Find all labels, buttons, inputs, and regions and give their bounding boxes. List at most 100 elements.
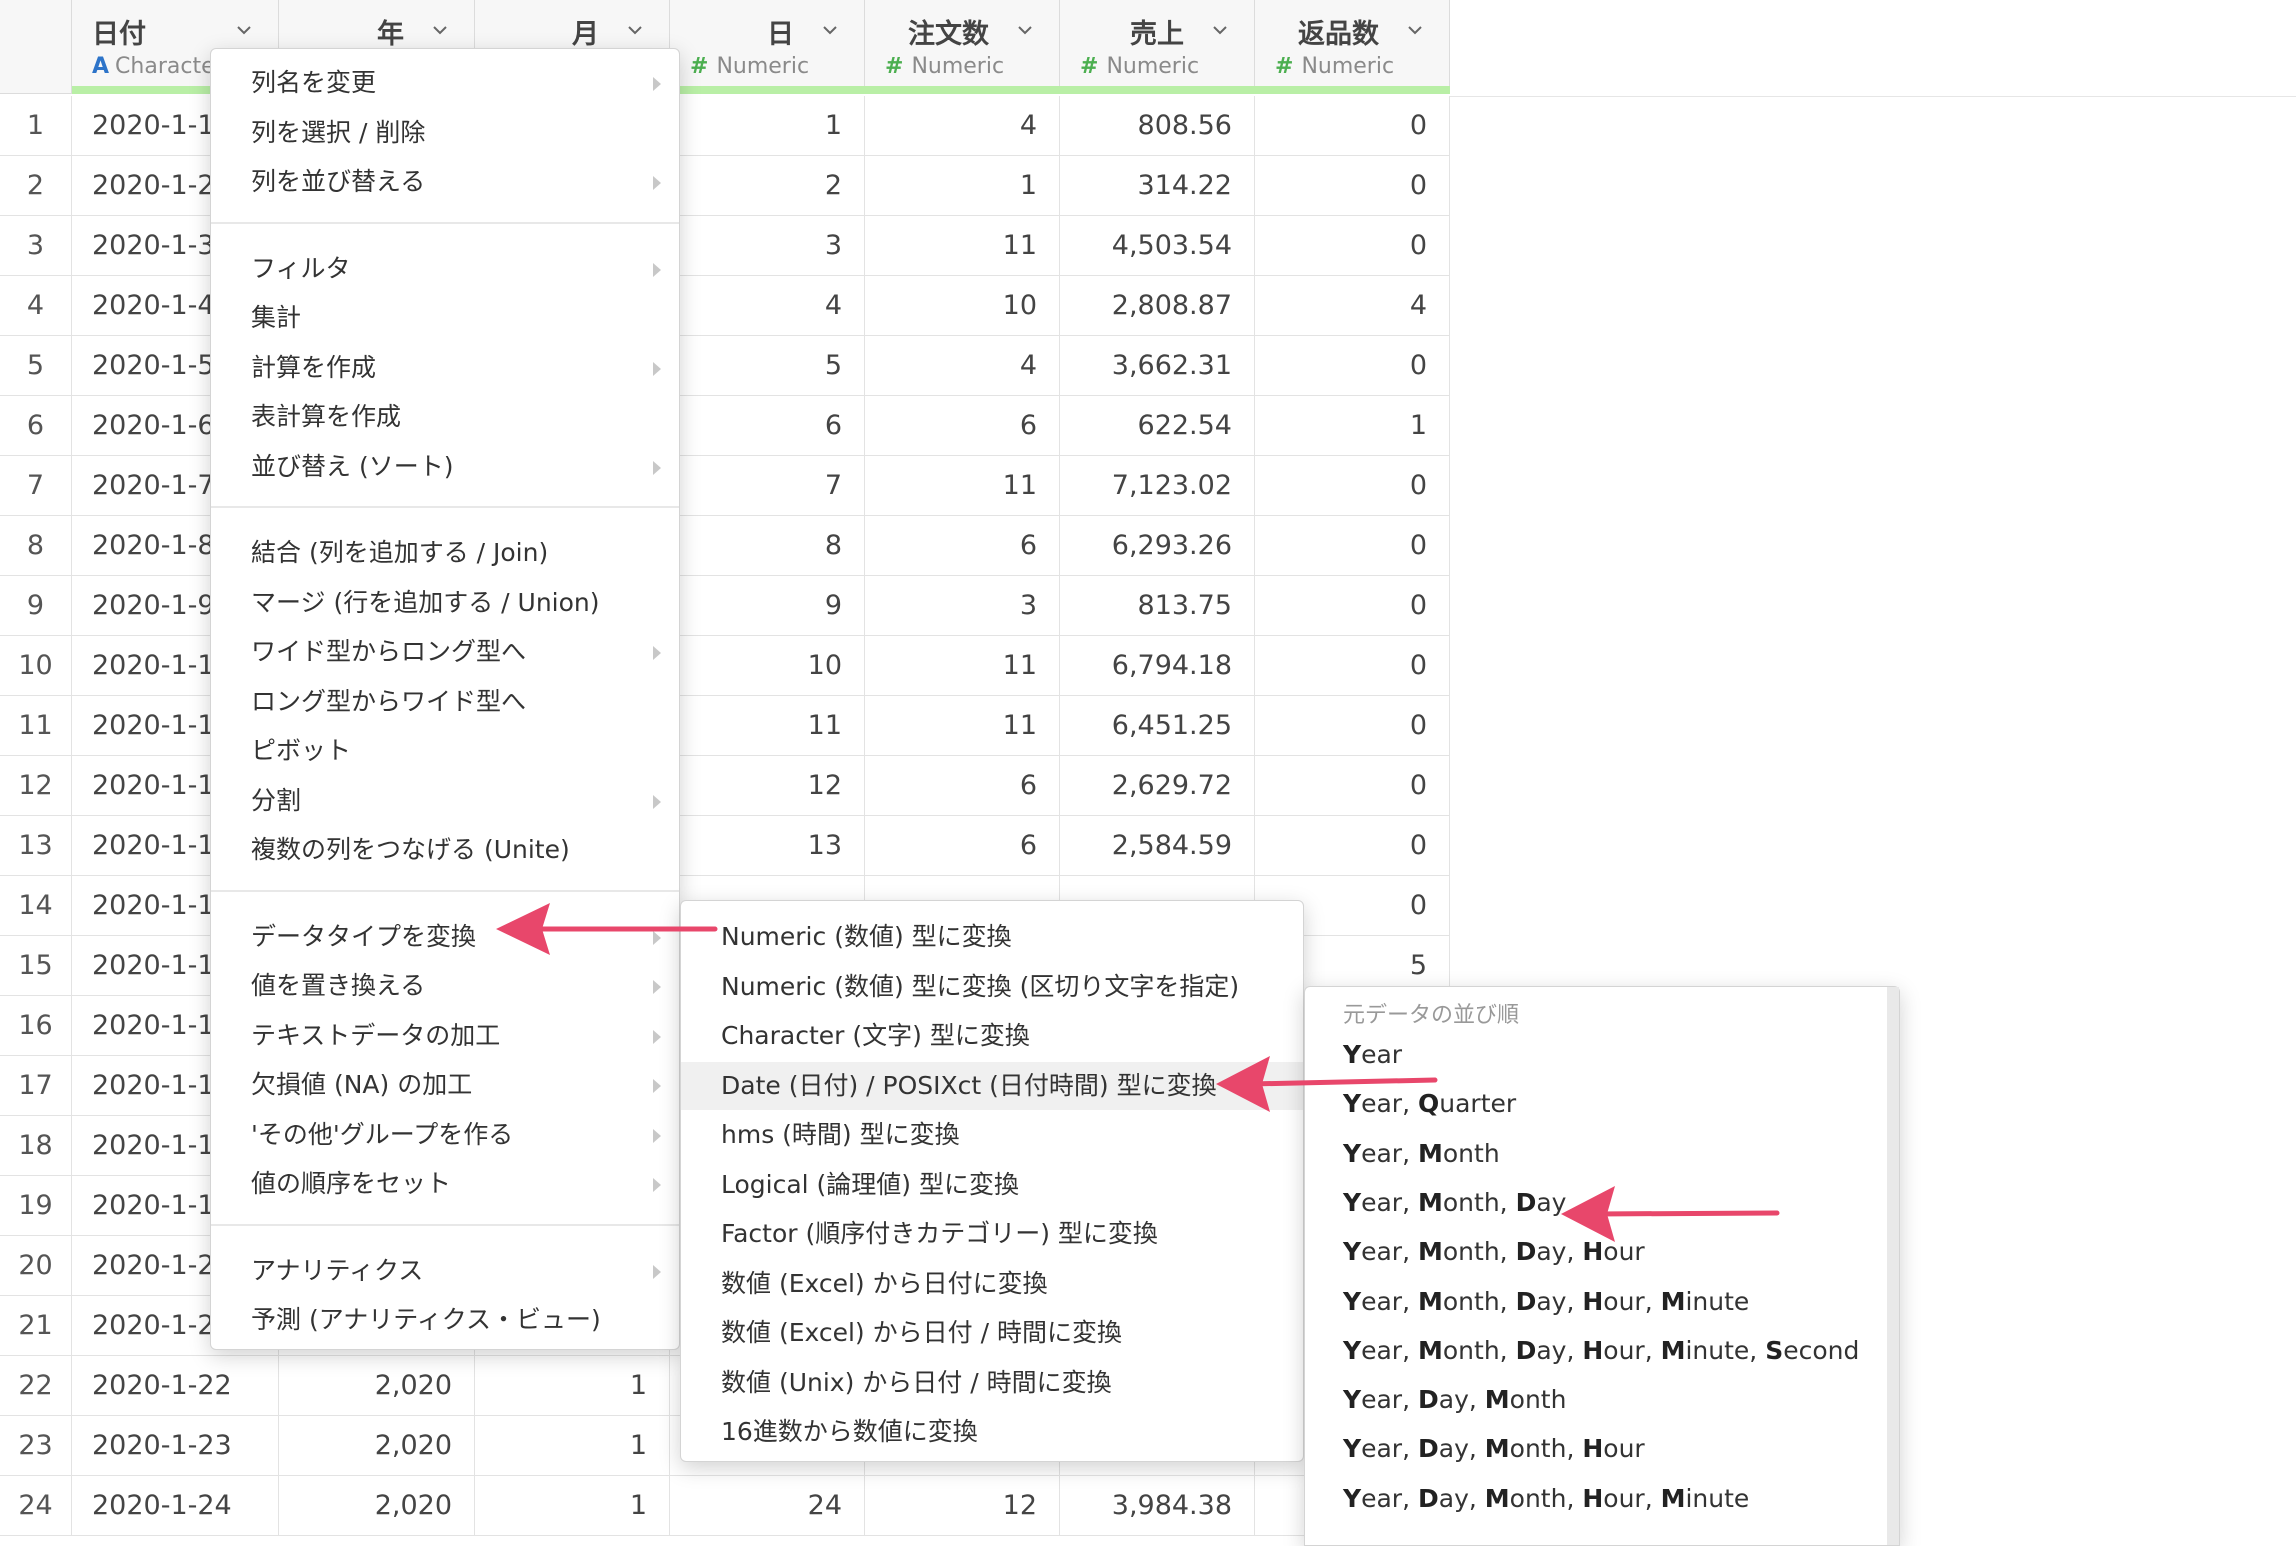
row-index[interactable]: 9	[0, 576, 72, 635]
row-index[interactable]: 4	[0, 276, 72, 335]
chevron-down-icon[interactable]	[1017, 22, 1033, 38]
year-cell[interactable]: 2,020	[279, 1476, 475, 1535]
menu-item[interactable]: 'その他'グループを作る	[211, 1111, 679, 1159]
returns-cell[interactable]: 0	[1255, 636, 1450, 695]
convert-menu-item[interactable]: 数値 (Unix) から日付 / 時間に変換	[681, 1359, 1303, 1407]
menu-item[interactable]: ピボット	[211, 727, 679, 775]
orders-cell[interactable]: 11	[865, 636, 1060, 695]
menu-item[interactable]: 複数の列をつなげる (Unite)	[211, 826, 679, 874]
orders-cell[interactable]: 6	[865, 816, 1060, 875]
day-cell[interactable]: 5	[670, 336, 865, 395]
sales-cell[interactable]: 813.75	[1060, 576, 1255, 635]
convert-menu-item[interactable]: 数値 (Excel) から日付に変換	[681, 1260, 1303, 1308]
day-cell[interactable]: 1	[670, 96, 865, 155]
returns-cell[interactable]: 0	[1255, 96, 1450, 155]
sales-cell[interactable]: 4,503.54	[1060, 216, 1255, 275]
chevron-down-icon[interactable]	[236, 22, 252, 38]
orders-cell[interactable]: 10	[865, 276, 1060, 335]
row-index[interactable]: 21	[0, 1296, 72, 1355]
menu-item[interactable]: 値を置き換える	[211, 962, 679, 1010]
menu-item[interactable]: 計算を作成	[211, 344, 679, 392]
row-index[interactable]: 12	[0, 756, 72, 815]
sales-cell[interactable]: 314.22	[1060, 156, 1255, 215]
row-index[interactable]: 22	[0, 1356, 72, 1415]
day-cell[interactable]: 11	[670, 696, 865, 755]
menu-item[interactable]: 列を並び替える	[211, 158, 679, 206]
sales-cell[interactable]: 3,662.31	[1060, 336, 1255, 395]
row-index[interactable]: 19	[0, 1176, 72, 1235]
orders-cell[interactable]: 11	[865, 216, 1060, 275]
date-order-item[interactable]: Year, Month, Day, Hour, Minute	[1305, 1278, 1899, 1326]
row-index[interactable]: 11	[0, 696, 72, 755]
orders-cell[interactable]: 6	[865, 396, 1060, 455]
returns-cell[interactable]: 4	[1255, 276, 1450, 335]
day-cell[interactable]: 12	[670, 756, 865, 815]
orders-cell[interactable]: 6	[865, 756, 1060, 815]
sales-cell[interactable]: 622.54	[1060, 396, 1255, 455]
orders-cell[interactable]: 11	[865, 456, 1060, 515]
convert-menu-item[interactable]: Factor (順序付きカテゴリー) 型に変換	[681, 1210, 1303, 1258]
month-cell[interactable]: 1	[475, 1416, 670, 1475]
sales-cell[interactable]: 2,584.59	[1060, 816, 1255, 875]
column-header[interactable]: 売上 # Numeric	[1060, 0, 1255, 88]
menu-item[interactable]: 列名を変更	[211, 59, 679, 107]
row-index[interactable]: 13	[0, 816, 72, 875]
menu-item[interactable]: 予測 (アナリティクス・ビュー)	[211, 1296, 679, 1344]
chevron-down-icon[interactable]	[627, 22, 643, 38]
sales-cell[interactable]: 7,123.02	[1060, 456, 1255, 515]
row-index[interactable]: 2	[0, 156, 72, 215]
returns-cell[interactable]: 0	[1255, 336, 1450, 395]
date-order-item[interactable]: Year, Day, Month, Hour	[1305, 1425, 1899, 1473]
row-index[interactable]: 24	[0, 1476, 72, 1535]
orders-cell[interactable]: 11	[865, 696, 1060, 755]
menu-item[interactable]: 値の順序をセット	[211, 1160, 679, 1208]
menu-item[interactable]: 並び替え (ソート)	[211, 443, 679, 491]
sales-cell[interactable]: 2,629.72	[1060, 756, 1255, 815]
returns-cell[interactable]: 0	[1255, 456, 1450, 515]
convert-menu-item[interactable]: Logical (論理値) 型に変換	[681, 1161, 1303, 1209]
year-cell[interactable]: 2,020	[279, 1416, 475, 1475]
returns-cell[interactable]: 0	[1255, 216, 1450, 275]
row-index[interactable]: 16	[0, 996, 72, 1055]
column-header[interactable]: 注文数 # Numeric	[865, 0, 1060, 88]
column-header[interactable]: 日 # Numeric	[670, 0, 865, 88]
convert-menu-item[interactable]: Numeric (数値) 型に変換 (区切り文字を指定)	[681, 963, 1303, 1011]
date-cell[interactable]: 2020-1-23	[72, 1416, 279, 1475]
chevron-down-icon[interactable]	[432, 22, 448, 38]
orders-cell[interactable]: 4	[865, 96, 1060, 155]
day-cell[interactable]: 4	[670, 276, 865, 335]
orders-cell[interactable]: 6	[865, 516, 1060, 575]
sales-cell[interactable]: 6,794.18	[1060, 636, 1255, 695]
menu-item[interactable]: 集計	[211, 294, 679, 342]
row-index[interactable]: 3	[0, 216, 72, 275]
row-index[interactable]: 8	[0, 516, 72, 575]
row-index[interactable]: 23	[0, 1416, 72, 1475]
returns-cell[interactable]: 0	[1255, 756, 1450, 815]
returns-cell[interactable]: 0	[1255, 156, 1450, 215]
orders-cell[interactable]: 3	[865, 576, 1060, 635]
day-cell[interactable]: 9	[670, 576, 865, 635]
date-cell[interactable]: 2020-1-24	[72, 1476, 279, 1535]
menu-item[interactable]: ワイド型からロング型へ	[211, 628, 679, 676]
row-index[interactable]: 7	[0, 456, 72, 515]
date-order-item[interactable]: Year, Day, Month	[1305, 1376, 1899, 1424]
row-index[interactable]: 5	[0, 336, 72, 395]
date-cell[interactable]: 2020-1-22	[72, 1356, 279, 1415]
row-index[interactable]: 6	[0, 396, 72, 455]
day-cell[interactable]: 10	[670, 636, 865, 695]
day-cell[interactable]: 13	[670, 816, 865, 875]
month-cell[interactable]: 1	[475, 1356, 670, 1415]
convert-menu-item[interactable]: 16進数から数値に変換	[681, 1408, 1303, 1456]
day-cell[interactable]: 2	[670, 156, 865, 215]
menu-item[interactable]: テキストデータの加工	[211, 1012, 679, 1060]
row-index[interactable]: 15	[0, 936, 72, 995]
day-cell[interactable]: 6	[670, 396, 865, 455]
date-order-item[interactable]: Year, Month, Day, Hour, Minute, Second	[1305, 1327, 1899, 1375]
returns-cell[interactable]: 0	[1255, 576, 1450, 635]
row-index[interactable]: 1	[0, 96, 72, 155]
orders-cell[interactable]: 4	[865, 336, 1060, 395]
menu-item[interactable]: 欠損値 (NA) の加工	[211, 1061, 679, 1109]
row-index[interactable]: 20	[0, 1236, 72, 1295]
row-index[interactable]: 18	[0, 1116, 72, 1175]
returns-cell[interactable]: 0	[1255, 516, 1450, 575]
